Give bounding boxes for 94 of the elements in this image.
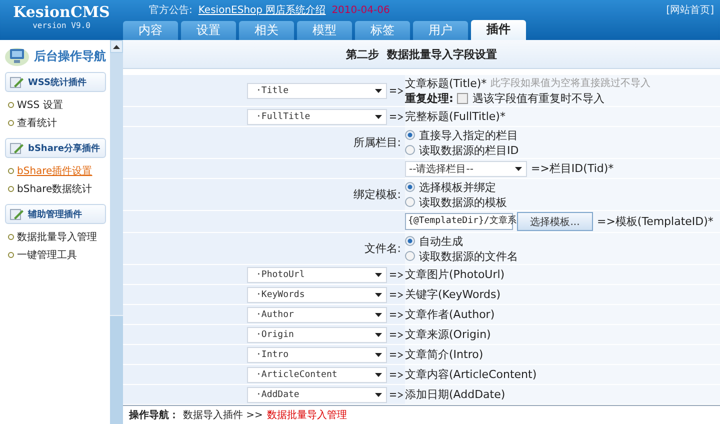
- sidebar-link[interactable]: 一键管理工具: [17, 248, 77, 262]
- sidebar-link[interactable]: bShare插件设置: [17, 164, 92, 178]
- logo-text: KesionCMS: [13, 3, 110, 21]
- field-label: 文章作者(Author): [405, 307, 495, 322]
- caret-icon: [515, 166, 522, 170]
- breadcrumb-link[interactable]: 数据批量导入管理: [266, 408, 347, 422]
- field-select[interactable]: ·Origin: [247, 326, 387, 342]
- field-label: =>模板(TemplateID)*: [597, 214, 714, 229]
- radio-button[interactable]: [405, 251, 415, 261]
- bullet-icon: [8, 120, 14, 126]
- radio-button[interactable]: [405, 197, 415, 207]
- up-arrow-icon: [113, 44, 120, 48]
- caret-icon: [375, 312, 382, 316]
- caret-icon: [375, 88, 382, 92]
- caret-icon: [375, 372, 382, 376]
- field-label: 文章标题(Title)*: [405, 76, 487, 90]
- arrow-icon: [390, 272, 403, 278]
- radio-label: 读取数据源的栏目ID: [419, 142, 519, 158]
- checkbox-label: 遇该字段值有重复时不导入: [472, 90, 604, 106]
- arrow-icon: [390, 114, 403, 120]
- field-label: 所属栏目:: [353, 135, 401, 150]
- field-select[interactable]: ·Intro: [247, 346, 387, 362]
- radio-button[interactable]: [405, 145, 415, 155]
- category-select[interactable]: --请选择栏目--: [405, 160, 527, 176]
- version-text: version V9.0: [32, 21, 90, 31]
- field-select[interactable]: ·Title: [247, 82, 387, 98]
- caret-icon: [375, 292, 382, 296]
- breadcrumb-path: 数据导入插件 >>: [183, 408, 263, 422]
- bullet-icon: [8, 168, 14, 174]
- home-link[interactable]: [网站首页]: [666, 3, 720, 17]
- arrow-icon: [390, 352, 403, 358]
- arrow-icon: [390, 392, 403, 398]
- field-label: 文章来源(Origin): [405, 327, 491, 342]
- radio-button[interactable]: [405, 130, 415, 140]
- field-label: 文章简介(Intro): [405, 347, 484, 362]
- scrollbar[interactable]: [110, 40, 123, 424]
- field-label: 关键字(KeyWords): [405, 287, 501, 302]
- radio-label: 自动生成: [419, 234, 463, 248]
- arrow-icon: [390, 332, 403, 338]
- notice-label: 官方公告:: [149, 4, 192, 17]
- option-label: 重复处理:: [405, 90, 454, 106]
- radio-label: 读取数据源的文件名: [419, 248, 518, 264]
- notice-date: 2010-04-06: [332, 4, 390, 16]
- field-label: 添加日期(AddDate): [405, 387, 506, 402]
- sidebar-link[interactable]: 查看统计: [17, 116, 57, 130]
- scroll-up-button[interactable]: [110, 40, 123, 53]
- field-label: =>栏目ID(Tid)*: [531, 161, 614, 176]
- choose-template-button[interactable]: 选择模板...: [517, 212, 593, 231]
- bullet-icon: [8, 252, 14, 258]
- sidebar-title: 后台操作导航: [34, 48, 106, 64]
- pencil-icon: [10, 76, 24, 88]
- arrow-icon: [390, 292, 403, 298]
- caret-icon: [375, 392, 382, 396]
- nav-tab[interactable]: 插件: [471, 20, 526, 40]
- field-select[interactable]: ·AddDate: [247, 386, 387, 402]
- group-header[interactable]: bShare分享插件: [5, 138, 106, 158]
- step-title: 第二步 数据批量导入字段设置: [346, 46, 497, 62]
- caret-icon: [375, 272, 382, 276]
- radio-label: 读取数据源的模板: [419, 194, 507, 210]
- breadcrumb-label: 操作导航：: [129, 408, 179, 422]
- field-label: 文章内容(ArticleContent): [405, 367, 537, 382]
- field-label: 绑定模板:: [353, 187, 401, 202]
- checkbox[interactable]: [457, 92, 468, 104]
- arrow-icon: [390, 372, 403, 378]
- bullet-icon: [8, 186, 14, 192]
- radio-button[interactable]: [405, 182, 415, 192]
- radio-label: 选择模板并绑定: [419, 180, 496, 194]
- field-select[interactable]: ·Author: [247, 306, 387, 322]
- caret-icon: [375, 332, 382, 336]
- radio-label: 直接导入指定的栏目: [419, 128, 518, 142]
- field-select[interactable]: ·ArticleContent: [247, 366, 387, 382]
- arrow-icon: [390, 88, 403, 94]
- group-header[interactable]: WSS统计插件: [5, 72, 106, 92]
- caret-icon: [375, 352, 382, 356]
- arrow-icon: [390, 312, 403, 318]
- caret-icon: [375, 114, 382, 118]
- group-header[interactable]: 辅助管理插件: [5, 204, 106, 224]
- sidebar-link[interactable]: 数据批量导入管理: [17, 230, 97, 244]
- pencil-icon: [10, 142, 24, 154]
- bullet-icon: [8, 102, 14, 108]
- pencil-icon: [10, 208, 24, 220]
- field-label: 完整标题(FullTitle)*: [405, 109, 506, 124]
- notice-link[interactable]: KesionEShop 网店系统介绍: [198, 3, 326, 17]
- monitor-icon: [4, 45, 30, 67]
- field-select[interactable]: ·KeyWords: [247, 286, 387, 302]
- sidebar-link[interactable]: WSS 设置: [17, 98, 63, 112]
- field-select[interactable]: ·FullTitle: [247, 108, 387, 124]
- bullet-icon: [8, 234, 14, 240]
- field-label: 文件名:: [364, 241, 401, 256]
- field-label: 文章图片(PhotoUrl): [405, 267, 505, 282]
- sidebar-link[interactable]: bShare数据统计: [17, 182, 92, 196]
- field-select[interactable]: ·PhotoUrl: [247, 266, 387, 282]
- hint-text: 此字段如果值为空将直接跳过不导入: [490, 76, 651, 90]
- radio-button[interactable]: [405, 236, 415, 246]
